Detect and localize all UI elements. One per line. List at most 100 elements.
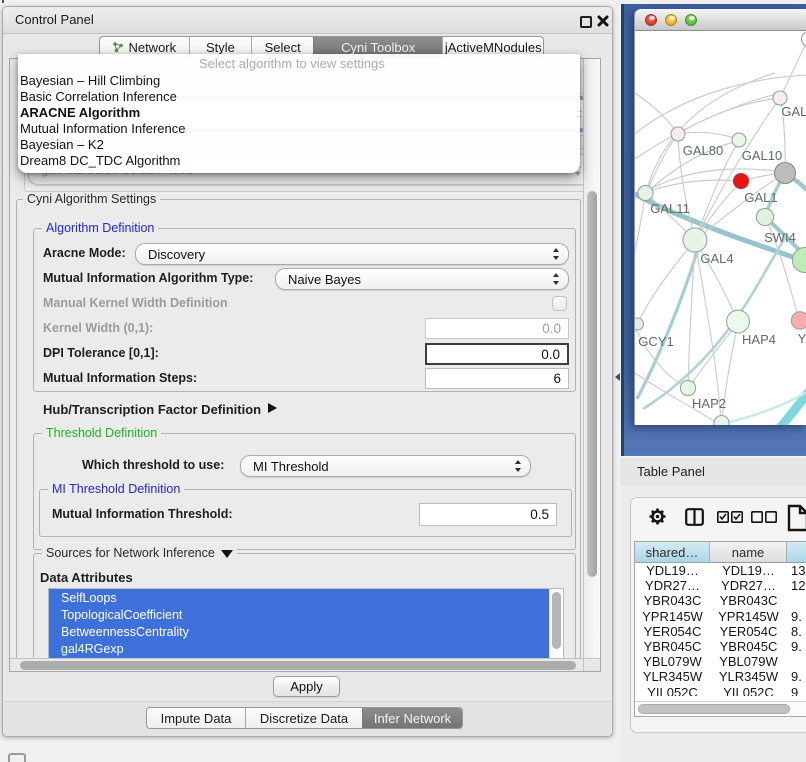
network-node-gal2[interactable] [773,91,787,105]
algorithm-option[interactable]: Basic Correlation Inference [18,89,580,105]
expand-arrow-icon[interactable] [268,403,277,413]
attribute-item[interactable]: BetweennessCentrality [61,624,189,641]
network-node-gal11[interactable] [638,185,653,200]
popup-prompt: Select algorithm to view settings [18,54,580,73]
threshold-definition-title: Threshold Definition [42,426,161,441]
node-label: GCY1 [638,334,673,349]
apply-button[interactable]: Apply [273,676,340,697]
attribute-list-scrollbar[interactable] [549,589,563,658]
column-header[interactable] [787,542,806,563]
table-cell: YDL19… [635,563,710,578]
table-scrollbar-thumb[interactable] [638,704,790,714]
network-edge[interactable] [635,91,677,133]
dpi-tolerance-field[interactable]: 0.0 [425,343,569,365]
table-cell: YER054C [635,624,710,639]
aracne-mode-combobox[interactable]: Discovery [135,243,569,265]
table-row[interactable]: YLR345WYLR345W9. [635,669,806,684]
kernel-width-field[interactable]: 0.0 [425,318,569,339]
network-node[interactable] [802,32,806,47]
tab-infer-network[interactable]: Infer Network [362,708,462,728]
network-node-y[interactable] [791,312,806,329]
network-node[interactable] [792,247,806,272]
attribute-item[interactable]: TopologicalCoefficient [61,607,182,624]
network-edge[interactable] [637,245,699,399]
column-header-shared[interactable]: shared… [635,542,710,563]
network-node-gal4[interactable] [683,228,707,252]
tab-label: Select [265,40,301,55]
table-horizontal-scrollbar[interactable] [635,701,806,717]
algorithm-option[interactable]: Dream8 DC_TDC Algorithm [18,153,580,169]
mi-type-combobox[interactable]: Naive Bayes [275,268,569,290]
collapse-arrow-icon[interactable] [221,550,233,558]
algorithm-option[interactable]: ARACNE Algorithm [18,105,580,121]
tab-discretize-data[interactable]: Discretize Data [245,708,362,728]
file-icon[interactable] [787,504,806,532]
tab-label: Discretize Data [260,711,348,726]
float-window-icon[interactable] [580,16,592,28]
table-row[interactable]: YDL19…YDL19…13 [635,563,806,578]
network-node-gal80[interactable] [671,127,685,141]
split-columns-icon[interactable] [685,508,704,526]
network-edge[interactable] [688,240,695,387]
table-row[interactable]: YBL079WYBL079W [635,654,806,669]
gear-icon[interactable] [648,507,667,526]
algorithm-option[interactable]: Bayesian – Hill Climbing [18,73,580,89]
table-cell: YDR27… [710,578,787,593]
network-node-gcy1[interactable] [635,318,644,330]
mi-steps-field[interactable]: 6 [425,368,569,389]
horizontal-scrollbar-thumb[interactable] [20,661,576,670]
combo-arrows-icon [515,460,522,472]
network-node-hap2[interactable] [680,380,695,395]
column-header-name[interactable]: name [710,542,787,563]
table-cell: YLR345W [710,669,787,684]
which-threshold-label: Which threshold to use: [82,458,224,472]
table-row[interactable]: YPR145WYPR145W9. [635,609,806,624]
vertical-scrollbar[interactable] [583,59,601,658]
network-node-hap4[interactable] [727,310,750,333]
mi-threshold-field[interactable]: 0.5 [419,503,557,526]
table-row[interactable]: YBR043CYBR043C [635,593,806,608]
table-row[interactable]: YBR045CYBR045C9. [635,639,806,654]
network-node-gal10[interactable] [732,133,746,147]
network-edge[interactable] [678,132,738,139]
tab-label: Style [206,40,235,55]
node-label: GAL4 [700,251,733,266]
algorithm-option[interactable]: Bayesian – K2 [18,137,580,153]
algorithm-option[interactable]: Mutual Information Inference [18,121,580,137]
network-window-titlebar[interactable] [635,9,806,31]
network-canvas[interactable]: GAL2GAL80GAL10GAL1GAL11SWI4GAL4GCY1HAP4Y… [635,31,806,425]
unchecked-columns-icon[interactable] [751,511,777,523]
tab-impute-data[interactable]: Impute Data [147,708,245,728]
manual-kernel-checkbox[interactable] [552,296,567,311]
table-cell: 12 [787,578,806,593]
combo-arrows-icon [553,273,560,285]
table-cell: YDL19… [710,563,787,578]
table-row[interactable]: YDR27…YDR27…12 [635,578,806,593]
table-row[interactable]: YIL052CYIL052C9 [635,685,806,697]
attribute-item[interactable]: SelfLoops [61,590,117,607]
network-node-gal1[interactable] [734,174,749,189]
close-icon[interactable] [597,15,609,27]
zoom-traffic-light-icon[interactable] [685,14,697,26]
data-attributes-list[interactable]: SelfLoopsTopologicalCoefficientBetweenne… [48,588,564,659]
network-node-swi4[interactable] [756,208,773,225]
mi-type-label: Mutual Information Algorithm Type: [43,271,253,285]
network-node[interactable] [714,416,729,426]
which-threshold-combobox[interactable]: MI Threshold [240,455,531,477]
close-traffic-light-icon[interactable] [645,14,657,26]
horizontal-scrollbar[interactable] [10,658,583,672]
vertical-scrollbar-thumb[interactable] [587,191,597,577]
network-edge[interactable] [780,41,806,98]
node-label: HAP2 [692,396,726,411]
checked-columns-icon[interactable] [717,511,743,523]
attribute-item[interactable]: gal4RGexp [61,641,124,658]
minimize-traffic-light-icon[interactable] [665,14,677,26]
network-edge[interactable] [695,240,721,422]
network-node[interactable] [775,163,796,184]
panel-corner-icon[interactable] [8,753,26,762]
table-panel-titlebar[interactable]: Table Panel [620,458,806,487]
table-row[interactable]: YER054CYER054C8. [635,624,806,639]
network-edge[interactable] [635,194,645,263]
splitter-collapse-icon[interactable] [615,373,620,381]
control-panel-titlebar[interactable]: Control Panel [3,7,612,34]
